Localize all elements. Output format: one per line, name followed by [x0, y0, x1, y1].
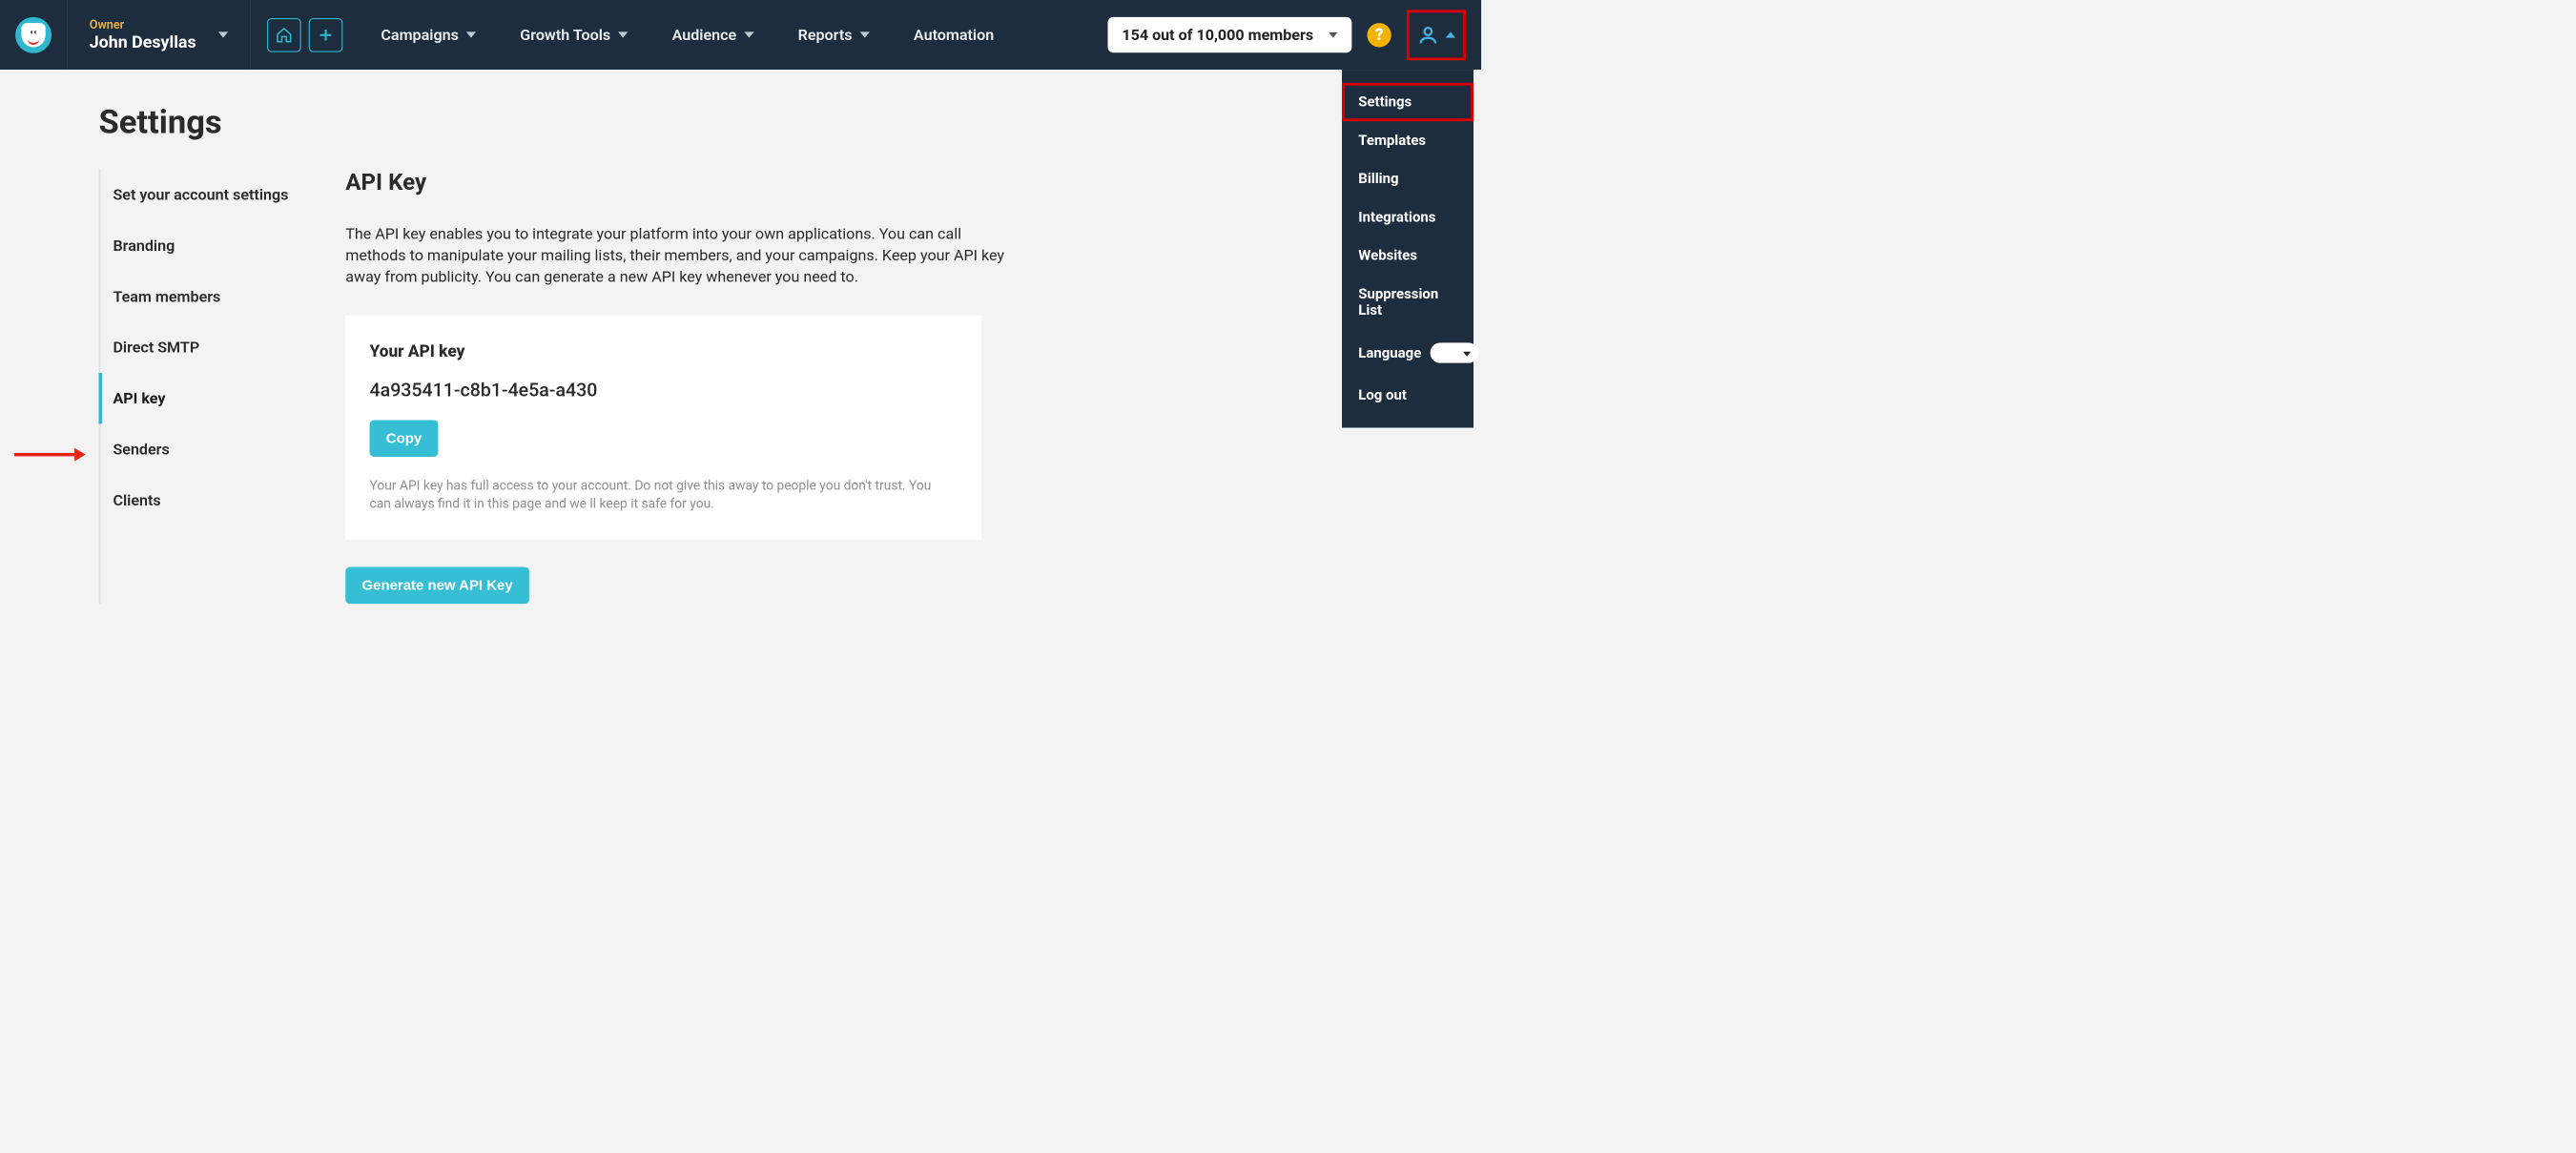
primary-nav: Campaigns Growth Tools Audience Reports … [359, 26, 994, 44]
menu-language-label: Language [1358, 344, 1421, 360]
settings-sidenav: Set your account settings Branding Team … [99, 169, 308, 604]
api-key-value: 4a935411-c8b1-4e5a-a430 [370, 380, 958, 401]
brand-avatar-segment [0, 0, 68, 70]
nav-growth-tools[interactable]: Growth Tools [520, 26, 628, 44]
profile-menu-toggle[interactable] [1407, 10, 1466, 60]
members-quota-text: 154 out of 10,000 members [1122, 26, 1313, 44]
nav-campaigns-label: Campaigns [381, 26, 458, 44]
brand-avatar [15, 17, 52, 53]
api-key-label: Your API key [370, 341, 958, 360]
menu-websites[interactable]: Websites [1342, 237, 1473, 275]
menu-billing[interactable]: Billing [1342, 159, 1473, 197]
menu-language: Language EN [1342, 330, 1473, 377]
sidenav-senders[interactable]: Senders [99, 423, 308, 474]
chevron-down-icon [1329, 32, 1337, 38]
nav-audience[interactable]: Audience [672, 26, 754, 44]
owner-role-label: Owner [90, 18, 196, 31]
menu-suppression-list[interactable]: Suppression List [1342, 275, 1473, 330]
brand-avatar-face [21, 23, 45, 47]
owner-name: John Desyllas [90, 31, 196, 51]
api-key-card: Your API key 4a935411-c8b1-4e5a-a430 Cop… [345, 315, 981, 539]
help-button[interactable]: ? [1367, 23, 1391, 47]
members-quota-pill[interactable]: 154 out of 10,000 members [1107, 17, 1351, 52]
owner-switcher[interactable]: Owner John Desyllas [68, 0, 251, 70]
annotation-arrow-line [14, 453, 74, 456]
chevron-down-icon [466, 31, 476, 37]
plus-icon [318, 27, 334, 43]
topbar-right: 154 out of 10,000 members ? [1107, 0, 1481, 70]
person-icon [1417, 24, 1439, 46]
nav-automation-label: Automation [914, 26, 994, 44]
sidenav-direct-smtp[interactable]: Direct SMTP [99, 322, 308, 373]
section-heading: API Key [345, 169, 1020, 196]
page-body: Settings Set your account settings Brand… [0, 70, 1481, 604]
annotation-arrow [14, 448, 86, 462]
nav-automation[interactable]: Automation [914, 26, 994, 44]
question-mark-icon: ? [1375, 25, 1384, 44]
menu-settings[interactable]: Settings [1342, 83, 1473, 121]
page-title: Settings [99, 103, 1482, 142]
copy-button[interactable]: Copy [370, 420, 439, 457]
profile-dropdown-menu: Settings Templates Billing Integrations … [1342, 70, 1473, 427]
chevron-down-icon [860, 31, 870, 37]
sidenav-team-members[interactable]: Team members [99, 271, 308, 321]
top-bar: Owner John Desyllas Campaigns Growth Too… [0, 0, 1481, 70]
menu-logout[interactable]: Log out [1342, 376, 1473, 414]
chevron-down-icon [218, 31, 228, 37]
nav-audience-label: Audience [672, 26, 737, 44]
menu-integrations[interactable]: Integrations [1342, 198, 1473, 237]
chevron-down-icon [744, 31, 753, 37]
sidenav-branding[interactable]: Branding [99, 220, 308, 271]
generate-api-key-button[interactable]: Generate new API Key [345, 566, 529, 604]
nav-growth-tools-label: Growth Tools [520, 26, 610, 44]
api-key-note: Your API key has full access to your acc… [370, 476, 940, 513]
sidenav-clients[interactable]: Clients [99, 475, 308, 525]
section-description: The API key enables you to integrate you… [345, 223, 1020, 288]
add-button[interactable] [309, 18, 343, 52]
nav-reports-label: Reports [798, 26, 853, 44]
quick-actions [251, 18, 360, 52]
chevron-down-icon [618, 31, 628, 37]
menu-templates[interactable]: Templates [1342, 121, 1473, 159]
language-select[interactable]: EN [1430, 342, 1478, 362]
arrow-right-icon [74, 448, 86, 462]
home-button[interactable] [267, 18, 301, 52]
sidenav-account-settings[interactable]: Set your account settings [99, 169, 308, 219]
home-icon [275, 26, 292, 43]
chevron-up-icon [1446, 31, 1455, 37]
sidenav-api-key[interactable]: API key [99, 373, 308, 423]
settings-content: API Key The API key enables you to integ… [307, 169, 1020, 604]
nav-reports[interactable]: Reports [798, 26, 870, 44]
nav-campaigns[interactable]: Campaigns [381, 26, 476, 44]
